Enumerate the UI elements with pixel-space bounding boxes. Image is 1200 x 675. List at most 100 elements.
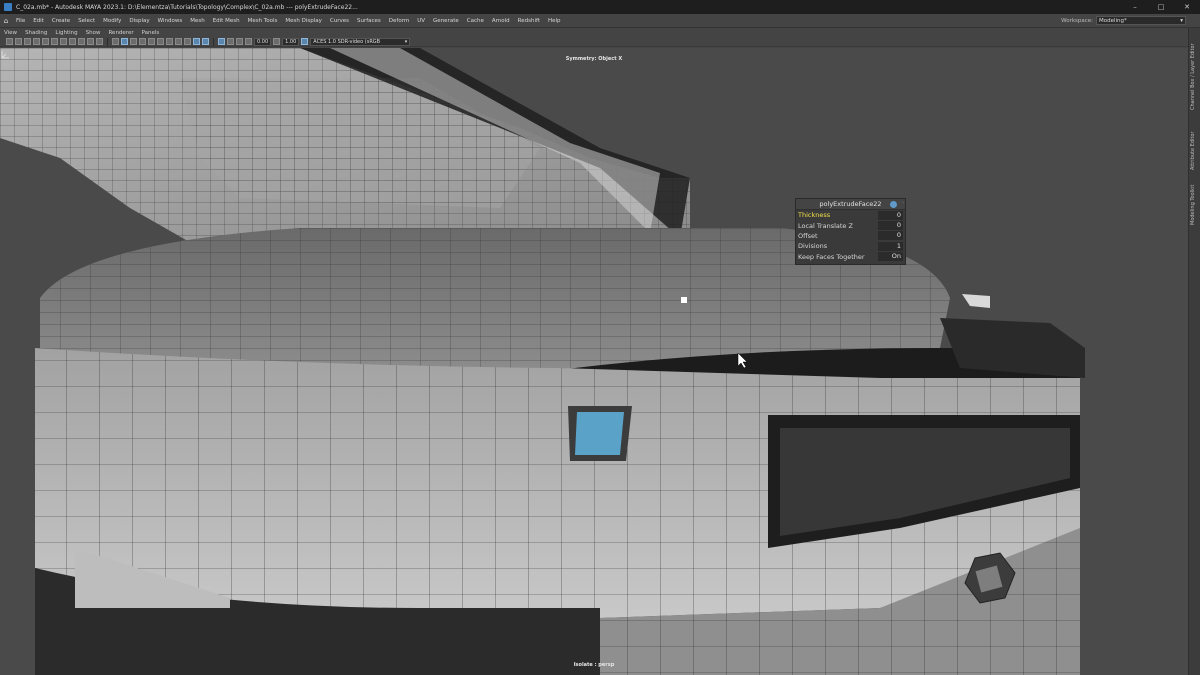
camera-name-label: Isolate : persp	[573, 662, 615, 668]
bookmark-icon[interactable]	[24, 38, 31, 45]
menu-surfaces[interactable]: Surfaces	[353, 18, 385, 24]
wireframe-icon[interactable]	[112, 38, 119, 45]
film-gate-icon[interactable]	[51, 38, 58, 45]
attr-row-thickness[interactable]: Thickness 0	[796, 210, 905, 220]
gamma-icon[interactable]	[273, 38, 281, 45]
exposure-field[interactable]: 0.00	[254, 37, 272, 46]
move-cursor-icon	[681, 297, 687, 303]
exposure-icon[interactable]	[245, 38, 252, 45]
perspective-viewport[interactable]: Symmetry: Object X Isolate : persp polyE…	[0, 48, 1188, 675]
window-title: C_02a.mb* - Autodesk MAYA 2023.1: D:\Ele…	[16, 3, 358, 11]
color-management-icon[interactable]	[301, 38, 309, 45]
menu-create[interactable]: Create	[48, 18, 74, 24]
menu-redshift[interactable]: Redshift	[514, 18, 544, 24]
maya-app-icon	[4, 3, 12, 11]
select-camera-icon[interactable]	[6, 38, 13, 45]
attr-row-offset[interactable]: Offset 0	[796, 231, 905, 241]
chevron-down-icon: ▾	[404, 38, 408, 45]
safe-action-icon[interactable]	[87, 38, 94, 45]
tab-attribute-editor[interactable]: Attribute Editor	[1190, 126, 1200, 176]
maximize-button[interactable]: □	[1148, 0, 1174, 14]
menu-mesh[interactable]: Mesh	[186, 18, 208, 24]
view-transform-value: ACES 1.0 SDR-video (sRGB	[313, 38, 381, 45]
antialiasing-icon[interactable]	[184, 38, 191, 45]
attr-value-field[interactable]: 0	[878, 221, 903, 231]
panel-menu-view[interactable]: View	[0, 30, 21, 36]
wireframe-on-shaded-icon[interactable]	[193, 38, 200, 45]
attr-label: Offset	[798, 231, 818, 240]
xray-joints-icon[interactable]	[227, 38, 234, 45]
menu-curves[interactable]: Curves	[326, 18, 353, 24]
resolution-gate-icon[interactable]	[60, 38, 67, 45]
lights-icon[interactable]	[148, 38, 155, 45]
menu-modify[interactable]: Modify	[99, 18, 125, 24]
field-chart-icon[interactable]	[78, 38, 85, 45]
workspace-dropdown[interactable]: Modeling* ▾	[1096, 16, 1186, 25]
default-material-icon[interactable]	[130, 38, 137, 45]
motion-blur-icon[interactable]	[175, 38, 182, 45]
safe-title-icon[interactable]	[96, 38, 103, 45]
right-side-panel-strip: Channel Box / Layer Editor Attribute Edi…	[1188, 28, 1200, 675]
minimize-button[interactable]: –	[1122, 0, 1148, 14]
attr-value-field[interactable]: 1	[878, 241, 903, 251]
settings-icon[interactable]	[890, 201, 897, 208]
menu-file[interactable]: File	[12, 18, 29, 24]
menu-display[interactable]: Display	[125, 18, 153, 24]
isolate-select-icon[interactable]	[218, 38, 225, 45]
attr-label: Thickness	[798, 211, 831, 220]
image-plane-icon[interactable]	[33, 38, 40, 45]
xray-icon[interactable]	[202, 38, 209, 45]
menu-edit[interactable]: Edit	[29, 18, 48, 24]
panel-menu-show[interactable]: Show	[82, 30, 105, 36]
title-bar: C_02a.mb* - Autodesk MAYA 2023.1: D:\Ele…	[0, 0, 1200, 14]
attr-row-divisions[interactable]: Divisions 1	[796, 241, 905, 251]
menu-cache[interactable]: Cache	[463, 18, 488, 24]
tab-modeling-toolkit[interactable]: Modeling Toolkit	[1190, 180, 1200, 230]
tab-channel-box[interactable]: Channel Box / Layer Editor	[1190, 32, 1200, 122]
in-view-editor-header[interactable]: polyExtrudeFace22 ·	[796, 199, 905, 210]
home-icon[interactable]: ⌂	[0, 14, 12, 28]
attr-row-keep-faces-together[interactable]: Keep Faces Together On	[796, 252, 905, 262]
menu-help[interactable]: Help	[544, 18, 565, 24]
shadows-icon[interactable]	[157, 38, 164, 45]
mesh-render	[0, 48, 1085, 675]
menu-arnold[interactable]: Arnold	[488, 18, 514, 24]
window-controls: – □ ✕	[1122, 0, 1200, 14]
attr-value-field[interactable]: On	[878, 252, 903, 262]
xray-active-icon[interactable]	[236, 38, 243, 45]
menu-edit-mesh[interactable]: Edit Mesh	[209, 18, 244, 24]
textured-icon[interactable]	[139, 38, 146, 45]
ambient-occlusion-icon[interactable]	[166, 38, 173, 45]
close-icon[interactable]: ·	[902, 200, 904, 207]
grid-icon[interactable]	[42, 38, 49, 45]
toolbar-separator	[107, 37, 108, 46]
attr-row-local-translate-z[interactable]: Local Translate Z 0	[796, 220, 905, 231]
view-transform-dropdown[interactable]: ACES 1.0 SDR-video (sRGB ▾	[310, 37, 411, 46]
in-view-editor: polyExtrudeFace22 · Thickness 0 Local Tr…	[795, 198, 906, 265]
symmetry-label: Symmetry: Object X	[565, 56, 623, 62]
gamma-field[interactable]: 1.00	[282, 37, 300, 46]
panel-menu-bar: View Shading Lighting Show Renderer Pane…	[0, 28, 1188, 37]
panel-menu-panels[interactable]: Panels	[138, 30, 164, 36]
gate-mask-icon[interactable]	[69, 38, 76, 45]
panel-menu-shading[interactable]: Shading	[21, 30, 51, 36]
close-button[interactable]: ✕	[1174, 0, 1200, 14]
main-menu-bar: ⌂ File Edit Create Select Modify Display…	[0, 14, 1200, 28]
attr-value-field[interactable]: 0	[878, 210, 903, 220]
menu-mesh-display[interactable]: Mesh Display	[281, 18, 326, 24]
smooth-shade-icon[interactable]	[121, 38, 128, 45]
menu-uv[interactable]: UV	[413, 18, 429, 24]
in-view-editor-title: polyExtrudeFace22	[819, 200, 882, 208]
menu-windows[interactable]: Windows	[154, 18, 187, 24]
menu-mesh-tools[interactable]: Mesh Tools	[244, 18, 282, 24]
workspace-value: Modeling*	[1099, 17, 1127, 24]
menu-select[interactable]: Select	[74, 18, 99, 24]
attr-label: Keep Faces Together	[798, 252, 865, 261]
panel-menu-renderer[interactable]: Renderer	[104, 30, 137, 36]
panel-menu-lighting[interactable]: Lighting	[51, 30, 81, 36]
camera-attributes-icon[interactable]	[15, 38, 22, 45]
menu-generate[interactable]: Generate	[429, 18, 463, 24]
attr-value-field[interactable]: 0	[878, 231, 903, 241]
menu-deform[interactable]: Deform	[385, 18, 413, 24]
viewport-toolbar: 0.00 1.00 ACES 1.0 SDR-video (sRGB ▾	[0, 37, 1188, 47]
